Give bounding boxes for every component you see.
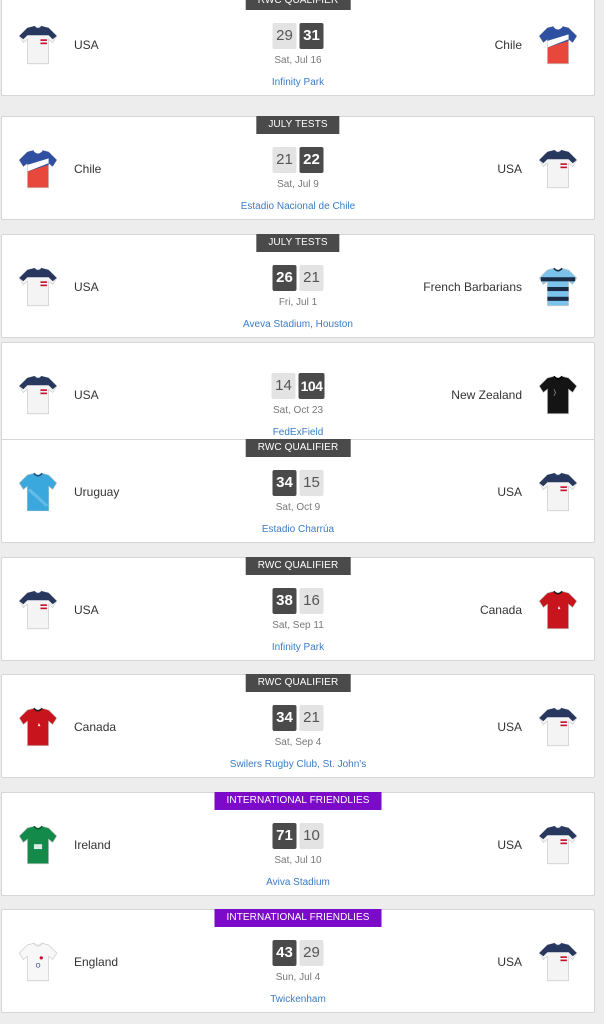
away-team[interactable]: New Zealand bbox=[451, 371, 580, 419]
canada-jersey-icon bbox=[536, 586, 580, 634]
away-team-name: Canada bbox=[479, 603, 522, 617]
away-team[interactable]: Chile bbox=[495, 21, 580, 69]
match-card[interactable]: INTERNATIONAL FRIENDLIES O England 43 29 Sun,… bbox=[1, 909, 595, 1013]
chile-jersey-icon bbox=[536, 21, 580, 69]
scrollbar[interactable] bbox=[598, 0, 604, 1024]
scoreline[interactable]: 34 15 bbox=[272, 470, 324, 496]
match-card[interactable]: JULY TESTS USA 26 21 Fri, Jul 1 Aveva Stadium… bbox=[1, 234, 595, 338]
match-card[interactable]: RWC QUALIFIER USA 29 31 Sat, Jul 16 Infinity … bbox=[1, 0, 595, 96]
scoreline[interactable]: 71 10 bbox=[272, 823, 324, 849]
competition-badge: JULY TESTS bbox=[256, 116, 340, 134]
home-team-name: Canada bbox=[74, 720, 117, 734]
away-score: 22 bbox=[299, 147, 324, 173]
venue-link[interactable]: Aviva Stadium bbox=[2, 877, 594, 888]
away-score: 104 bbox=[298, 373, 325, 399]
home-score: 71 bbox=[272, 823, 297, 849]
competition-badge: RWC QUALIFIER bbox=[245, 0, 351, 10]
home-team-name: USA bbox=[74, 388, 99, 402]
away-team-name: French Barbarians bbox=[423, 280, 522, 294]
venue-link[interactable]: Estadio Nacional de Chile bbox=[2, 201, 594, 212]
venue-link[interactable]: FedExField bbox=[2, 427, 594, 438]
competition-badge: JULY TESTS bbox=[256, 234, 340, 252]
competition-badge: INTERNATIONAL FRIENDLIES bbox=[214, 792, 382, 810]
competition-badge: RWC QUALIFIER bbox=[245, 674, 351, 692]
scoreline[interactable]: 29 31 bbox=[272, 23, 324, 49]
usa-jersey-icon bbox=[536, 938, 580, 986]
match-card[interactable]: USA 14 104 Sat, Oct 23 FedExField New Zealand bbox=[1, 342, 595, 446]
away-score: 15 bbox=[299, 470, 324, 496]
usa-jersey-icon bbox=[536, 703, 580, 751]
away-score: 21 bbox=[299, 705, 324, 731]
away-score: 21 bbox=[299, 265, 324, 291]
home-score: 34 bbox=[272, 705, 297, 731]
away-team[interactable]: French Barbarians bbox=[423, 263, 580, 311]
home-team-name: USA bbox=[74, 603, 99, 617]
away-score: 29 bbox=[299, 940, 324, 966]
match-card[interactable]: INTERNATIONAL FRIENDLIES Ireland 71 10 Sat, … bbox=[1, 792, 595, 896]
away-team[interactable]: USA bbox=[497, 468, 580, 516]
away-team[interactable]: Canada bbox=[480, 586, 580, 634]
usa-jersey-icon bbox=[536, 821, 580, 869]
home-score: 34 bbox=[272, 470, 297, 496]
home-score: 21 bbox=[272, 147, 297, 173]
away-score: 31 bbox=[299, 23, 324, 49]
away-team[interactable]: USA bbox=[497, 821, 580, 869]
scoreline[interactable]: 26 21 bbox=[272, 265, 324, 291]
home-team-name: Chile bbox=[74, 162, 102, 176]
away-team-name: USA bbox=[497, 955, 522, 969]
match-card[interactable]: JULY TESTS Chile 21 22 Sat, Jul 9 Estadio Nac… bbox=[1, 116, 595, 220]
scoreline[interactable]: 21 22 bbox=[272, 147, 324, 173]
venue-link[interactable]: Estadio Charrúa bbox=[2, 524, 594, 535]
home-team-name: USA bbox=[74, 280, 99, 294]
french-barbarians-jersey-icon bbox=[536, 263, 580, 311]
svg-text:O: O bbox=[36, 962, 41, 970]
home-team-name: England bbox=[74, 955, 119, 969]
usa-jersey-icon bbox=[536, 468, 580, 516]
home-score: 38 bbox=[272, 588, 297, 614]
home-team-name: Ireland bbox=[74, 838, 111, 852]
scoreline[interactable]: 14 104 bbox=[271, 373, 325, 399]
home-score: 29 bbox=[272, 23, 297, 49]
match-card[interactable]: RWC QUALIFIER Canada 34 21 Sat, Sep 4 Swilers… bbox=[1, 674, 595, 778]
away-team-name: Chile bbox=[494, 38, 522, 52]
home-score: 14 bbox=[271, 373, 296, 399]
scoreline[interactable]: 38 16 bbox=[272, 588, 324, 614]
match-card[interactable]: RWC QUALIFIER Uruguay 34 15 Sat, Oct 9 Estadi… bbox=[1, 439, 595, 543]
usa-jersey-icon bbox=[536, 145, 580, 193]
home-team-name: USA bbox=[74, 38, 99, 52]
scoreline[interactable]: 43 29 bbox=[272, 940, 324, 966]
away-team[interactable]: USA bbox=[497, 703, 580, 751]
away-team-name: USA bbox=[497, 162, 522, 176]
away-team-name: USA bbox=[497, 485, 522, 499]
away-team-name: USA bbox=[497, 720, 522, 734]
venue-link[interactable]: Aveva Stadium, Houston bbox=[2, 319, 594, 330]
venue-link[interactable]: Swilers Rugby Club, St. John's bbox=[2, 759, 594, 770]
competition-badge: INTERNATIONAL FRIENDLIES bbox=[214, 909, 382, 927]
match-card[interactable]: RWC QUALIFIER USA 38 16 Sat, Sep 11 Infinity … bbox=[1, 557, 595, 661]
venue-link[interactable]: Infinity Park bbox=[2, 77, 594, 88]
competition-badge: RWC QUALIFIER bbox=[245, 557, 351, 575]
home-score: 26 bbox=[272, 265, 297, 291]
away-team[interactable]: USA bbox=[497, 938, 580, 986]
new-zealand-jersey-icon bbox=[536, 371, 580, 419]
home-score: 43 bbox=[272, 940, 297, 966]
venue-link[interactable]: Infinity Park bbox=[2, 642, 594, 653]
away-score: 16 bbox=[299, 588, 324, 614]
away-team-name: USA bbox=[497, 838, 522, 852]
away-team[interactable]: USA bbox=[497, 145, 580, 193]
competition-badge: RWC QUALIFIER bbox=[245, 439, 351, 457]
away-score: 10 bbox=[299, 823, 324, 849]
away-team-name: New Zealand bbox=[451, 388, 522, 402]
scoreline[interactable]: 34 21 bbox=[272, 705, 324, 731]
venue-link[interactable]: Twickenham bbox=[2, 994, 594, 1005]
home-team-name: Uruguay bbox=[74, 485, 120, 499]
